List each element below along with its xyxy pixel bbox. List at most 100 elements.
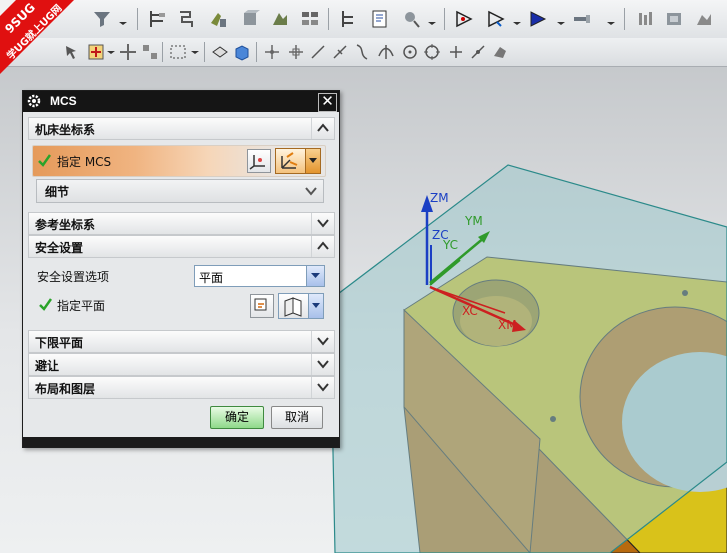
specify-mcs-row[interactable]: 指定 MCS <box>32 145 326 177</box>
chevron-down-icon <box>317 219 329 228</box>
collapse-button[interactable] <box>311 236 334 257</box>
plane-method-button[interactable] <box>278 293 324 319</box>
chevron-down-icon <box>312 303 320 308</box>
safety-option-value: 平面 <box>199 271 224 285</box>
chevron-down-icon[interactable] <box>427 14 437 26</box>
csys-method-dropdown[interactable] <box>305 149 320 173</box>
snap-point-on-face-icon[interactable] <box>490 42 510 62</box>
section-lower-limit-plane[interactable]: 下限平面 <box>28 330 335 353</box>
snap-point-on-curve-icon[interactable] <box>468 42 488 62</box>
postprocess-icon[interactable] <box>664 9 684 29</box>
move-object-icon[interactable] <box>118 42 138 62</box>
section-label: 布局和图层 <box>35 382 96 396</box>
toolbar-separator <box>256 42 257 62</box>
section-safety-settings[interactable]: 安全设置 <box>28 235 335 258</box>
chevron-down-icon[interactable] <box>118 14 128 26</box>
expand-button[interactable] <box>311 354 334 375</box>
body-select-icon[interactable] <box>210 42 230 62</box>
program-order-view-icon[interactable] <box>300 9 320 29</box>
snap-quadrant-icon[interactable] <box>422 42 442 62</box>
geometry-view-icon[interactable] <box>240 9 260 29</box>
toolbar-separator <box>204 42 205 62</box>
snap-endpoint-icon[interactable] <box>262 42 282 62</box>
simulate-icon[interactable] <box>694 9 714 29</box>
section-machine-csys[interactable]: 机床坐标系 <box>28 117 335 140</box>
toolbar-separator <box>137 8 138 30</box>
snap-perpendicular-icon[interactable] <box>330 42 350 62</box>
method-view-icon[interactable] <box>270 9 290 29</box>
create-tool-icon[interactable] <box>572 9 592 29</box>
toolbar-separator <box>444 8 445 30</box>
section-label: 安全设置 <box>35 241 84 255</box>
close-icon: ✕ <box>321 92 334 110</box>
section-label: 细节 <box>45 185 70 199</box>
csys-method-icon <box>281 152 298 169</box>
expand-button[interactable] <box>311 377 334 398</box>
gear-icon[interactable] <box>26 93 42 109</box>
snap-tangent-icon[interactable] <box>352 42 372 62</box>
chevron-down-icon <box>317 337 329 346</box>
csys-dialog-button[interactable] <box>247 149 271 173</box>
expand-button[interactable] <box>311 213 334 234</box>
pattern-icon[interactable] <box>140 42 160 62</box>
safety-option-select[interactable]: 平面 <box>194 265 325 287</box>
chevron-up-icon <box>317 123 329 132</box>
tree-structure-icon[interactable] <box>338 9 358 29</box>
csys-method-button[interactable] <box>275 148 321 174</box>
create-operation-icon[interactable] <box>454 9 474 29</box>
machine-control-icon[interactable] <box>636 9 656 29</box>
close-button[interactable]: ✕ <box>318 93 337 112</box>
checkmark-icon <box>39 298 52 311</box>
toolbar-separator <box>162 42 163 62</box>
ym-label: YM <box>464 214 483 228</box>
ok-button[interactable]: 确定 <box>210 406 264 429</box>
xc-label: XC <box>462 304 478 318</box>
snap-midpoint-icon[interactable] <box>286 42 306 62</box>
filter-icon[interactable] <box>92 9 112 29</box>
box-select-icon[interactable] <box>168 42 188 62</box>
sequence-icon[interactable] <box>176 9 196 29</box>
secondary-toolbar <box>0 38 727 67</box>
collapse-button[interactable] <box>311 118 334 139</box>
snap-arc-center-icon[interactable] <box>400 42 420 62</box>
snap-point-icon[interactable] <box>86 42 106 62</box>
chevron-down-icon <box>317 383 329 392</box>
yc-label: YC <box>442 238 458 252</box>
snap-existing-point-icon[interactable] <box>446 42 466 62</box>
plane-dialog-button[interactable] <box>250 294 274 318</box>
create-program-icon[interactable] <box>486 9 506 29</box>
chevron-down-icon[interactable] <box>512 14 522 26</box>
shop-document-icon[interactable] <box>370 9 390 29</box>
snap-line-icon[interactable] <box>308 42 328 62</box>
chevron-down-icon[interactable] <box>190 47 200 59</box>
plane-icon <box>254 298 267 311</box>
plane-method-dropdown[interactable] <box>308 294 323 318</box>
section-detail[interactable]: 细节 <box>36 179 324 203</box>
specify-plane-label: 指定平面 <box>57 299 106 313</box>
section-label: 避让 <box>35 359 60 373</box>
chevron-up-icon <box>317 241 329 250</box>
expand-button[interactable] <box>311 331 334 352</box>
snap-intersection-icon[interactable] <box>376 42 396 62</box>
create-geometry-icon[interactable] <box>528 9 548 29</box>
cancel-button[interactable]: 取消 <box>271 406 323 429</box>
section-layout-layers[interactable]: 布局和图层 <box>28 376 335 399</box>
section-label: 机床坐标系 <box>35 123 96 137</box>
toolbar-separator <box>624 8 625 30</box>
machine-tool-view-icon[interactable] <box>208 9 228 29</box>
dialog-bottom-border <box>23 437 339 447</box>
zm-label: ZM <box>430 191 449 205</box>
chevron-down-icon[interactable] <box>556 14 566 26</box>
safety-option-dropdown[interactable] <box>306 266 324 286</box>
tool-path-verify-icon[interactable] <box>402 9 422 29</box>
operation-navigator-icon[interactable] <box>148 9 168 29</box>
toolbar-separator <box>328 8 329 30</box>
chevron-down-icon[interactable] <box>305 186 317 196</box>
chevron-down-icon[interactable] <box>106 47 116 59</box>
dialog-title-bar[interactable]: MCS ✕ <box>23 91 339 112</box>
section-avoidance[interactable]: 避让 <box>28 353 335 376</box>
dialog-title: MCS <box>50 94 77 108</box>
solid-body-icon[interactable] <box>232 42 252 62</box>
section-reference-csys[interactable]: 参考坐标系 <box>28 212 335 235</box>
chevron-down-icon[interactable] <box>606 14 616 26</box>
